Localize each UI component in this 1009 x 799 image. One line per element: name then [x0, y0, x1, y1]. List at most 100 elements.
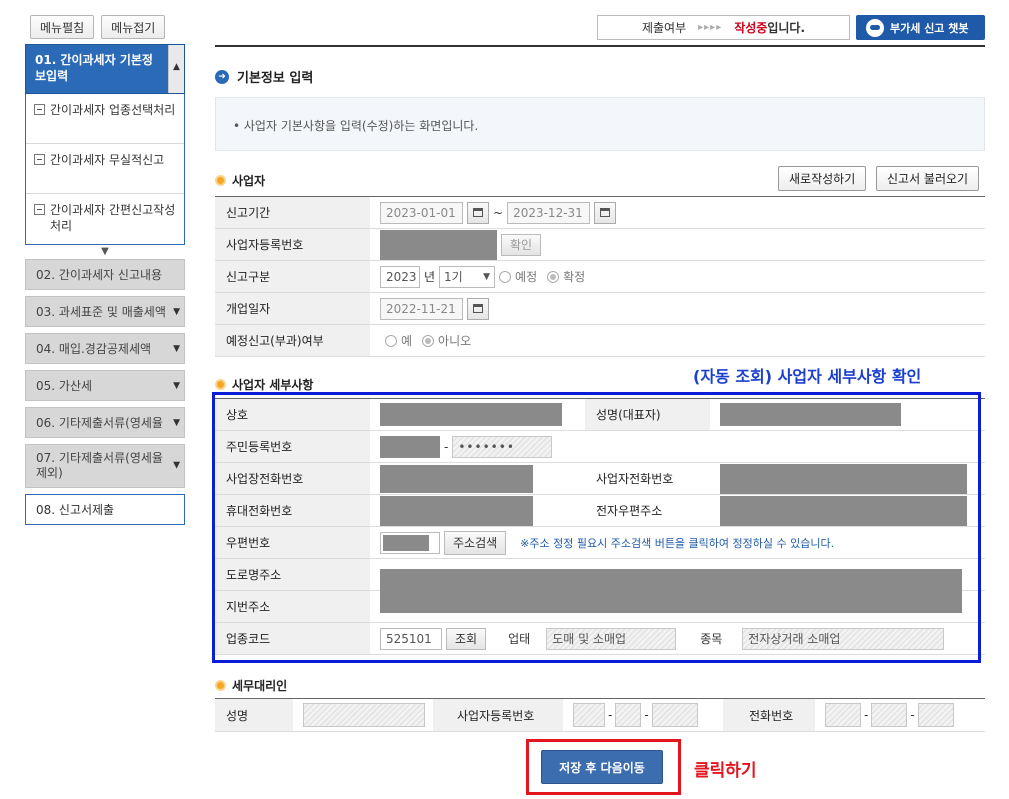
- menu-collapse-button[interactable]: 메뉴접기: [101, 15, 165, 39]
- agent-phone-part3: [918, 703, 954, 727]
- sidebar-item-basic-info[interactable]: 01. 간이과세자 기본정보입력 ▲: [25, 44, 185, 94]
- radio-yes-label: 예: [401, 332, 412, 349]
- year-input[interactable]: 2023: [380, 266, 420, 288]
- sidebar-item-tax-base[interactable]: 03. 과세표준 및 매출세액 ▼: [25, 296, 185, 327]
- sidebar-item-submit[interactable]: 08. 신고서제출: [25, 494, 185, 525]
- arrow-circle-icon: ➜: [215, 70, 229, 84]
- agent-reg-no-part3: [652, 703, 698, 727]
- chevron-down-icon: ▼: [173, 307, 180, 317]
- road-address-masked-field: [380, 569, 962, 591]
- table-row: 우편번호 주소검색 ※주소 정정 필요시 주소검색 버튼을 클릭하여 정정하실 …: [215, 527, 985, 559]
- email-masked-field: [720, 496, 967, 526]
- resident-no-label: 주민등록번호: [215, 431, 370, 462]
- postcode-label: 우편번호: [215, 527, 370, 558]
- email-value: [710, 495, 967, 526]
- chatbot-button[interactable]: 부가세 신고 챗봇: [856, 15, 985, 40]
- sidebar-item-other-docs-nonzero[interactable]: 07. 기타제출서류(영세율제외) ▼: [25, 444, 185, 488]
- table-row: 예정신고(부과)여부 예 아니오: [215, 325, 985, 357]
- year-unit: 년: [424, 268, 435, 285]
- agent-section-title: 세무대리인: [215, 677, 287, 694]
- industry-lookup-button[interactable]: 조회: [446, 628, 486, 650]
- save-and-next-button[interactable]: 저장 후 다음이동: [541, 750, 663, 784]
- table-row: 개업일자 2022-11-21: [215, 293, 985, 325]
- lot-address-value: [370, 591, 962, 622]
- term-select[interactable]: 1기▼: [439, 266, 495, 288]
- minus-icon: [34, 154, 45, 165]
- mobile-label: 휴대전화번호: [215, 495, 370, 526]
- open-date-input[interactable]: 2022-11-21: [380, 298, 463, 320]
- industry-code-input[interactable]: 525101: [380, 628, 442, 650]
- report-type-value: 2023 년 1기▼ 예정 확정: [370, 261, 591, 292]
- resident-no-front-masked: [380, 436, 440, 458]
- sidebar-item-label: 02. 간이과세자 신고내용: [36, 266, 162, 283]
- agent-phone-value: - -: [815, 699, 954, 731]
- rep-name-value: [710, 399, 901, 430]
- prelim-value: 예 아니오: [370, 325, 477, 356]
- open-date-value: 2022-11-21: [370, 293, 489, 324]
- sidebar-subitem-no-record[interactable]: 간이과세자 무실적신고: [26, 144, 184, 194]
- sidebar-subitem-label: 간이과세자 업종선택처리: [50, 102, 175, 135]
- scroll-up-icon[interactable]: ▲: [168, 45, 184, 93]
- sidebar-submenu: 간이과세자 업종선택처리 간이과세자 무실적신고 간이과세자 간편신고작성 처리: [25, 94, 185, 245]
- chatbot-label: 부가세 신고 챗봇: [890, 20, 969, 36]
- table-row: 업종코드 525101 조회 업태 도매 및 소매업 종목 전자상거래 소매업: [215, 623, 985, 655]
- mobile-masked-field: [380, 496, 533, 526]
- sidebar-item-other-docs-zero[interactable]: 06. 기타제출서류(영세율 ▼: [25, 407, 185, 438]
- chevron-down-icon: ▼: [173, 344, 180, 354]
- term-value: 1기: [444, 268, 463, 285]
- sidebar-item-report-content[interactable]: 02. 간이과세자 신고내용: [25, 259, 185, 290]
- reg-no-confirm-button[interactable]: 확인: [501, 234, 541, 256]
- owner-phone-masked-field: [720, 464, 967, 494]
- period-end-input[interactable]: 2023-12-31: [507, 202, 590, 224]
- sidebar-subitem-simple-report[interactable]: 간이과세자 간편신고작성 처리: [26, 194, 184, 244]
- bullet-icon: [215, 680, 226, 691]
- sidebar-subitem-label: 간이과세자 무실적신고: [50, 152, 164, 185]
- table-row: 휴대전화번호 전자우편주소: [215, 495, 985, 527]
- new-report-button[interactable]: 새로작성하기: [778, 166, 866, 191]
- owner-phone-label: 사업자전화번호: [585, 463, 710, 494]
- period-start-input[interactable]: 2023-01-01: [380, 202, 463, 224]
- section-title-text: 세무대리인: [232, 677, 287, 694]
- table-row: 상호 성명(대표자): [215, 399, 985, 431]
- business-section-title: 사업자: [215, 172, 265, 189]
- agent-reg-no-value: - -: [563, 699, 723, 731]
- biz-phone-label: 사업장전화번호: [215, 463, 370, 494]
- reg-no-label: 사업자등록번호: [215, 229, 370, 260]
- sidebar-item-label: 01. 간이과세자 기본정보입력: [35, 53, 153, 83]
- period-value: 2023-01-01 ~ 2023-12-31: [370, 197, 616, 228]
- radio-final-label: 확정: [563, 268, 585, 285]
- business-type-field: 도매 및 소매업: [546, 628, 676, 650]
- biz-phone-value: [370, 463, 585, 494]
- radio-no[interactable]: [422, 335, 434, 347]
- address-note: ※주소 정정 필요시 주소검색 버튼을 클릭하여 정정하실 수 있습니다.: [520, 535, 834, 551]
- sidebar-subitem-industry[interactable]: 간이과세자 업종선택처리: [26, 94, 184, 144]
- sidebar-item-penalty[interactable]: 05. 가산세 ▼: [25, 370, 185, 401]
- agent-name-label: 성명: [215, 699, 293, 731]
- owner-phone-value: [710, 463, 967, 494]
- chatbot-icon: [866, 19, 884, 37]
- load-report-button[interactable]: 신고서 불러오기: [876, 166, 979, 191]
- rep-name-masked-field: [720, 403, 901, 426]
- status-suffix: 입니다.: [767, 21, 805, 35]
- address-search-button[interactable]: 주소검색: [444, 531, 506, 555]
- radio-final[interactable]: [547, 271, 559, 283]
- dash: -: [864, 708, 868, 722]
- table-row: 사업장전화번호 사업자전화번호: [215, 463, 985, 495]
- bullet-icon: [215, 379, 226, 390]
- details-table: 상호 성명(대표자) 주민등록번호 - ••••••• 사업장전화번호 사업자전…: [215, 398, 985, 655]
- submission-status: 제출여부 ▸▸▸▸ 작성중입니다.: [597, 15, 850, 40]
- postcode-input[interactable]: [380, 532, 440, 554]
- sidebar: 01. 간이과세자 기본정보입력 ▲ 간이과세자 업종선택처리 간이과세자 무실…: [25, 44, 185, 531]
- calendar-icon[interactable]: [594, 202, 616, 224]
- menu-expand-button[interactable]: 메뉴펼침: [30, 15, 94, 39]
- road-address-label: 도로명주소: [215, 559, 370, 590]
- reg-no-value: 확인: [370, 229, 541, 260]
- radio-prelim[interactable]: [499, 271, 511, 283]
- sidebar-item-purchase[interactable]: 04. 매입.경감공제세액 ▼: [25, 333, 185, 364]
- calendar-icon[interactable]: [467, 202, 489, 224]
- sidebar-item-label: 06. 기타제출서류(영세율: [36, 414, 163, 431]
- radio-prelim-label: 예정: [515, 268, 537, 285]
- radio-yes[interactable]: [385, 335, 397, 347]
- biz-phone-masked-field: [380, 465, 533, 493]
- calendar-icon[interactable]: [467, 298, 489, 320]
